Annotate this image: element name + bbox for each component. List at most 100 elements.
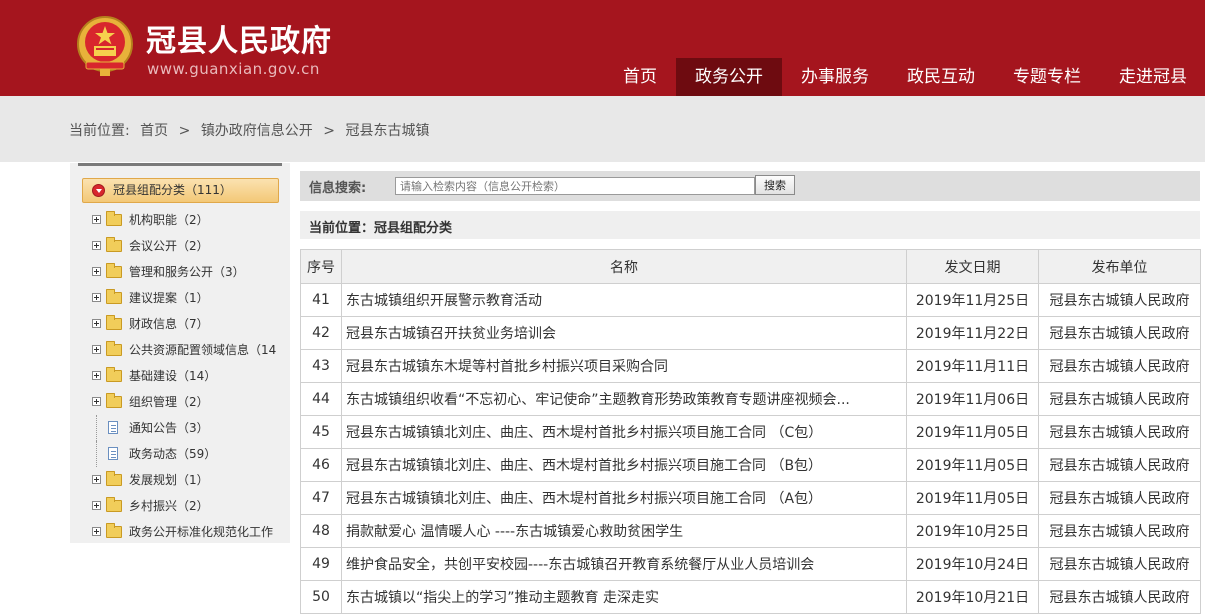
document-title-link[interactable]: 冠县东古城镇镇北刘庄、曲庄、西木堤村首批乡村振兴项目施工合同 （A包） <box>341 481 907 515</box>
folder-icon <box>106 315 122 330</box>
tree-item[interactable]: 会议公开（2） <box>92 233 290 259</box>
document-icon <box>108 421 118 434</box>
nav-item-government-affairs[interactable]: 政务公开 <box>676 58 782 96</box>
tree-item[interactable]: 政务动态（59） <box>92 441 290 467</box>
document-title-link[interactable]: 冠县东古城镇东木堤等村首批乡村振兴项目采购合同 <box>341 349 907 383</box>
tree-item[interactable]: 管理和服务公开（3） <box>92 259 290 285</box>
expand-icon[interactable] <box>92 215 101 224</box>
document-title-link[interactable]: 东古城镇组织开展警示教育活动 <box>341 283 907 317</box>
row-date: 2019年11月05日 <box>906 415 1039 449</box>
row-publisher: 冠县东古城镇人民政府 <box>1038 481 1201 515</box>
row-number: 45 <box>300 415 342 449</box>
expand-icon[interactable] <box>92 293 101 302</box>
table-row: 43 冠县东古城镇东木堤等村首批乡村振兴项目采购合同 2019年11月11日 冠… <box>300 349 1201 383</box>
collapse-icon[interactable] <box>92 184 105 197</box>
folder-icon <box>106 341 122 356</box>
expand-icon[interactable] <box>92 345 101 354</box>
table-row: 47 冠县东古城镇镇北刘庄、曲庄、西木堤村首批乡村振兴项目施工合同 （A包） 2… <box>300 481 1201 515</box>
document-icon <box>108 447 118 460</box>
expand-icon[interactable] <box>92 397 101 406</box>
breadcrumb-home[interactable]: 首页 <box>140 123 168 139</box>
document-title-link[interactable]: 维护食品安全，共创平安校园----东古城镇召开教育系统餐厅从业人员培训会 <box>341 547 907 581</box>
tree-line <box>96 441 97 467</box>
tree-item[interactable]: 财政信息（7） <box>92 311 290 337</box>
table-row: 41 东古城镇组织开展警示教育活动 2019年11月25日 冠县东古城镇人民政府 <box>300 283 1201 317</box>
tree-item[interactable]: 建议提案（1） <box>92 285 290 311</box>
folder-icon <box>106 211 122 226</box>
expand-icon[interactable] <box>92 267 101 276</box>
location-bar: 当前位置：冠县组配分类 <box>300 211 1200 239</box>
row-number: 48 <box>300 514 342 548</box>
expand-icon[interactable] <box>92 527 101 536</box>
nav-item-interaction[interactable]: 政民互动 <box>888 58 994 96</box>
row-date: 2019年11月05日 <box>906 448 1039 482</box>
tree-item-label: 发展规划（1） <box>129 473 209 487</box>
tree-item[interactable]: 发展规划（1） <box>92 467 290 493</box>
document-title-link[interactable]: 冠县东古城镇镇北刘庄、曲庄、西木堤村首批乡村振兴项目施工合同 （B包） <box>341 448 907 482</box>
expand-icon[interactable] <box>92 475 101 484</box>
tree-item[interactable]: 政务公开标准化规范化工作 <box>92 519 290 545</box>
row-date: 2019年11月22日 <box>906 316 1039 350</box>
document-title-link[interactable]: 冠县东古城镇镇北刘庄、曲庄、西木堤村首批乡村振兴项目施工合同 （C包） <box>341 415 907 449</box>
tree-item-label: 乡村振兴（2） <box>129 499 209 513</box>
tree-item[interactable]: 公共资源配置领域信息（14 <box>92 337 290 363</box>
expand-icon[interactable] <box>92 319 101 328</box>
nav-item-services[interactable]: 办事服务 <box>782 58 888 96</box>
main-nav: 首页 政务公开 办事服务 政民互动 专题专栏 走进冠县 <box>604 58 1205 96</box>
tree-item[interactable]: 通知公告（3） <box>92 415 290 441</box>
tree-item-label: 建议提案（1） <box>129 291 209 305</box>
folder-icon <box>106 471 122 486</box>
column-header-publisher: 发布单位 <box>1038 249 1201 284</box>
tree-item[interactable]: 组织管理（2） <box>92 389 290 415</box>
tree-item[interactable]: 乡村振兴（2） <box>92 493 290 519</box>
row-number: 42 <box>300 316 342 350</box>
tree-item-label: 组织管理（2） <box>129 395 209 409</box>
table-row: 45 冠县东古城镇镇北刘庄、曲庄、西木堤村首批乡村振兴项目施工合同 （C包） 2… <box>300 415 1201 449</box>
column-header-name: 名称 <box>341 249 907 284</box>
folder-icon <box>106 367 122 382</box>
nav-item-topics[interactable]: 专题专栏 <box>994 58 1100 96</box>
nav-item-home[interactable]: 首页 <box>604 58 676 96</box>
row-number: 44 <box>300 382 342 416</box>
row-number: 41 <box>300 283 342 317</box>
document-title-link[interactable]: 捐款献爱心 温情暖人心 ----东古城镇爱心救助贫困学生 <box>341 514 907 548</box>
tree-root-label: 冠县组配分类（111） <box>113 183 232 197</box>
breadcrumb-town-info[interactable]: 镇办政府信息公开 <box>201 123 313 139</box>
expand-icon[interactable] <box>92 241 101 250</box>
row-date: 2019年10月24日 <box>906 547 1039 581</box>
breadcrumb-current[interactable]: 冠县东古城镇 <box>345 123 429 139</box>
row-publisher: 冠县东古城镇人民政府 <box>1038 514 1201 548</box>
row-number: 46 <box>300 448 342 482</box>
row-publisher: 冠县东古城镇人民政府 <box>1038 316 1201 350</box>
row-date: 2019年11月11日 <box>906 349 1039 383</box>
folder-icon <box>106 497 122 512</box>
site-url: www.guanxian.gov.cn <box>147 60 320 78</box>
document-title-link[interactable]: 冠县东古城镇召开扶贫业务培训会 <box>341 316 907 350</box>
site-header: 冠县人民政府 www.guanxian.gov.cn 首页 政务公开 办事服务 … <box>0 0 1205 96</box>
document-title-link[interactable]: 东古城镇以“指尖上的学习”推动主题教育 走深走实 <box>341 580 907 614</box>
nav-item-about[interactable]: 走进冠县 <box>1100 58 1205 96</box>
folder-icon <box>106 289 122 304</box>
search-button[interactable]: 搜索 <box>755 175 795 195</box>
category-tree: 机构职能（2） 会议公开（2） 管理和服务公开（3） 建议提案（1） 财政信息（… <box>92 207 290 545</box>
tree-item[interactable]: 基础建设（14） <box>92 363 290 389</box>
tree-item-label: 政务动态（59） <box>129 447 217 461</box>
expand-icon[interactable] <box>92 501 101 510</box>
expand-icon[interactable] <box>92 371 101 380</box>
breadcrumb-prefix: 当前位置: <box>69 123 130 139</box>
info-search-bar: 信息搜索: 搜索 <box>300 171 1200 201</box>
row-publisher: 冠县东古城镇人民政府 <box>1038 283 1201 317</box>
row-date: 2019年11月05日 <box>906 481 1039 515</box>
search-input[interactable] <box>395 177 755 195</box>
breadcrumb-separator: > <box>323 123 335 139</box>
row-number: 43 <box>300 349 342 383</box>
site-title[interactable]: 冠县人民政府 <box>146 16 332 60</box>
tree-root-item[interactable]: 冠县组配分类（111） <box>82 178 279 203</box>
tree-item-label: 通知公告（3） <box>129 421 209 435</box>
tree-item[interactable]: 机构职能（2） <box>92 207 290 233</box>
row-publisher: 冠县东古城镇人民政府 <box>1038 547 1201 581</box>
row-date: 2019年11月25日 <box>906 283 1039 317</box>
table-header-row: 序号 名称 发文日期 发布单位 <box>300 249 1201 284</box>
document-title-link[interactable]: 东古城镇组织收看“不忘初心、牢记使命”主题教育形势政策教育专题讲座视频会... <box>341 382 907 416</box>
row-publisher: 冠县东古城镇人民政府 <box>1038 349 1201 383</box>
